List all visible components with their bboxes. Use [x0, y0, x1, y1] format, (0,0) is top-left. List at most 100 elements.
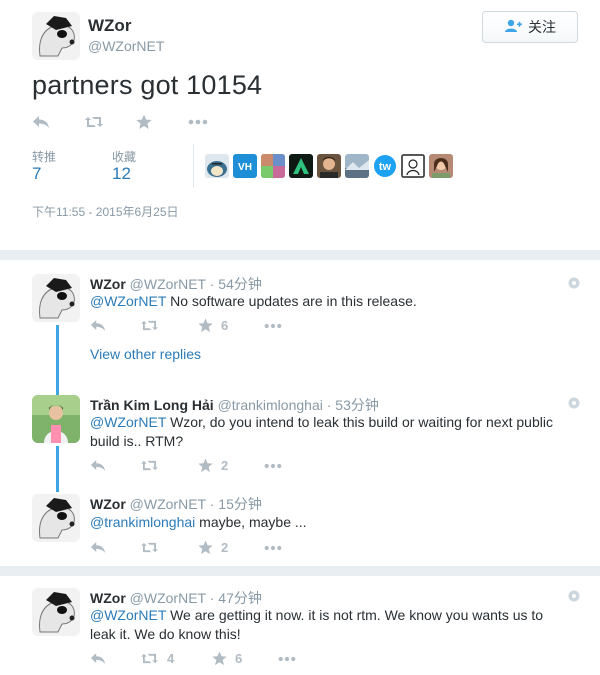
- reply-avatar[interactable]: [32, 274, 80, 322]
- more-button[interactable]: [278, 656, 318, 662]
- add-user-icon: [504, 19, 522, 36]
- retweeter-avatar[interactable]: tw: [373, 154, 397, 178]
- likes-count[interactable]: 12: [112, 164, 131, 184]
- thread-line: [56, 325, 59, 395]
- reply-time[interactable]: · 54分钟: [210, 276, 262, 292]
- tweet-actions: [32, 114, 228, 130]
- retweets-label: 转推: [32, 150, 57, 164]
- reply-author-handle[interactable]: @WZorNET: [130, 496, 206, 512]
- reply-button[interactable]: [32, 115, 84, 129]
- dropdown-icon[interactable]: [568, 590, 580, 602]
- reply-button[interactable]: [90, 319, 140, 332]
- retweeter-avatar[interactable]: [401, 154, 425, 178]
- retweet-button[interactable]: 4: [140, 651, 212, 666]
- svg-text:VH: VH: [238, 162, 252, 173]
- more-button[interactable]: [188, 119, 228, 125]
- retweeter-avatar[interactable]: [345, 154, 369, 178]
- more-icon: [188, 119, 208, 125]
- retweeter-avatar[interactable]: [205, 154, 229, 178]
- favorite-count: 2: [221, 540, 229, 555]
- likes-label: 收藏: [112, 150, 137, 164]
- reply-text: @WZorNET We are getting it now. it is no…: [90, 606, 570, 644]
- reply-time[interactable]: · 15分钟: [210, 496, 262, 512]
- author-name[interactable]: WZor: [88, 16, 131, 36]
- mention-link[interactable]: @WZorNET: [90, 293, 166, 309]
- reply-actions: 6: [90, 318, 304, 333]
- more-icon: [264, 545, 282, 550]
- reply-icon: [90, 320, 106, 331]
- favorite-count: 6: [221, 318, 229, 333]
- favorite-button[interactable]: 6: [198, 318, 264, 333]
- favorite-button[interactable]: 2: [198, 458, 264, 473]
- reply-text: @WZorNET No software updates are in this…: [90, 292, 570, 311]
- more-icon: [264, 323, 282, 328]
- reply-body: maybe, maybe ...: [195, 514, 307, 530]
- more-icon: [264, 463, 282, 468]
- more-button[interactable]: [264, 323, 304, 329]
- retweeter-avatar[interactable]: [261, 154, 285, 178]
- reply-header: Trần Kim Long Hải @trankimlonghai · 53分钟: [90, 395, 379, 415]
- reply-author-name[interactable]: WZor: [90, 590, 126, 606]
- follow-label: 关注: [528, 19, 556, 35]
- mention-link[interactable]: @WZorNET: [90, 414, 166, 430]
- tweet-timestamp[interactable]: 下午11:55 - 2015年6月25日: [32, 203, 179, 220]
- reply-author-handle[interactable]: @trankimlonghai: [218, 397, 323, 413]
- reply-icon: [33, 116, 49, 128]
- favorite-button[interactable]: 2: [198, 540, 264, 555]
- favorite-button[interactable]: 6: [212, 651, 278, 666]
- reply-icon: [90, 542, 106, 553]
- retweet-button[interactable]: [140, 541, 198, 554]
- dropdown-icon[interactable]: [568, 397, 580, 409]
- reply-author-handle[interactable]: @WZorNET: [130, 276, 206, 292]
- retweet-icon: [141, 542, 158, 553]
- retweeter-avatar[interactable]: [429, 154, 453, 178]
- more-button[interactable]: [264, 545, 304, 551]
- favorite-button[interactable]: [136, 114, 188, 130]
- more-button[interactable]: [264, 463, 304, 469]
- reply-avatar[interactable]: [32, 588, 80, 636]
- retweeter-avatar[interactable]: VH: [233, 154, 257, 178]
- section-divider: [0, 250, 600, 260]
- dropdown-icon[interactable]: [568, 277, 580, 289]
- reply-button[interactable]: [90, 459, 140, 472]
- star-icon: [212, 651, 227, 666]
- reply-actions: 2: [90, 458, 304, 473]
- stats-divider: [193, 144, 194, 188]
- reply-actions: 4 6: [90, 651, 318, 666]
- reply-text: @WZorNET Wzor, do you intend to leak thi…: [90, 413, 570, 451]
- retweet-button[interactable]: [140, 319, 198, 332]
- retweeter-avatar[interactable]: [289, 154, 313, 178]
- retweet-icon: [141, 460, 158, 471]
- reply-author-name[interactable]: WZor: [90, 496, 126, 512]
- reply-time[interactable]: · 53分钟: [327, 397, 379, 413]
- star-icon: [198, 458, 213, 473]
- reply-author-name[interactable]: Trần Kim Long Hải: [90, 397, 214, 413]
- retweet-icon: [141, 320, 158, 331]
- favorite-count: 6: [235, 651, 243, 666]
- retweet-button[interactable]: [140, 459, 198, 472]
- retweets-count[interactable]: 7: [32, 164, 41, 184]
- tweet-text: partners got 10154: [32, 70, 263, 100]
- reply-icon: [90, 653, 106, 664]
- reply-button[interactable]: [90, 541, 140, 554]
- reply-header: WZor @WZorNET · 54分钟: [90, 274, 262, 294]
- retweet-icon: [141, 653, 158, 664]
- author-handle[interactable]: @WZorNET: [88, 38, 164, 54]
- section-divider: [0, 566, 600, 576]
- view-other-replies-link[interactable]: View other replies: [90, 346, 201, 362]
- mention-link[interactable]: @trankimlonghai: [90, 514, 195, 530]
- user-avatar[interactable]: [32, 12, 80, 60]
- retweeter-avatar[interactable]: [317, 154, 341, 178]
- reply-author-handle[interactable]: @WZorNET: [130, 590, 206, 606]
- reply-avatar[interactable]: [32, 395, 80, 443]
- thread-line: [56, 446, 59, 492]
- retweet-button[interactable]: [84, 115, 136, 129]
- reply-avatar[interactable]: [32, 494, 80, 542]
- svg-text:tw: tw: [379, 161, 392, 173]
- more-icon: [278, 656, 296, 661]
- mention-link[interactable]: @WZorNET: [90, 607, 166, 623]
- follow-button[interactable]: 关注: [482, 11, 578, 43]
- reply-time[interactable]: · 47分钟: [210, 590, 262, 606]
- reply-author-name[interactable]: WZor: [90, 276, 126, 292]
- reply-button[interactable]: [90, 652, 140, 665]
